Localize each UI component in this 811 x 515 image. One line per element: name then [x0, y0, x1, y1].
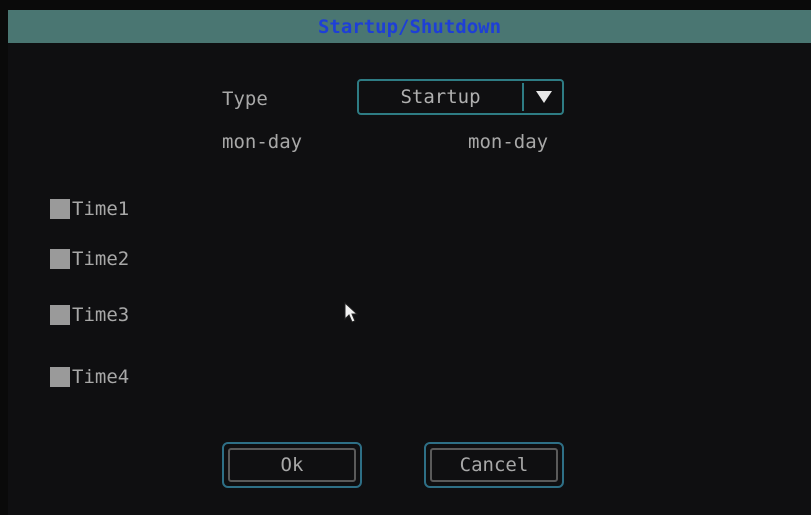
type-label: Type: [222, 88, 268, 110]
time4-row[interactable]: Time4: [50, 364, 129, 390]
time3-row[interactable]: Time3: [50, 302, 129, 328]
triangle-down-icon[interactable]: [526, 81, 562, 113]
cancel-button[interactable]: Cancel: [424, 442, 564, 488]
type-dropdown[interactable]: Startup: [357, 79, 564, 115]
end-date-label: mon-day: [468, 131, 549, 153]
time2-row[interactable]: Time2: [50, 246, 129, 272]
time1-row[interactable]: Time1: [50, 196, 129, 222]
time1-checkbox[interactable]: [50, 199, 70, 219]
time2-label: Time2: [72, 248, 130, 270]
time2-checkbox[interactable]: [50, 249, 70, 269]
dropdown-divider: [522, 83, 524, 111]
time3-label: Time3: [72, 304, 130, 326]
time3-checkbox[interactable]: [50, 305, 70, 325]
ok-button-label: Ok: [228, 448, 356, 482]
dialog-title-bar: Startup/Shutdown: [8, 10, 811, 43]
dialog-title: Startup/Shutdown: [317, 15, 502, 38]
mouse-pointer-icon: [344, 302, 359, 323]
time1-label: Time1: [72, 198, 130, 220]
start-date-label: mon-day: [222, 131, 303, 153]
time4-checkbox[interactable]: [50, 367, 70, 387]
cancel-button-label: Cancel: [430, 448, 558, 482]
startup-shutdown-dialog: Startup/Shutdown Type Startup mon-day mo…: [8, 10, 811, 515]
ok-button[interactable]: Ok: [222, 442, 362, 488]
time4-label: Time4: [72, 366, 130, 388]
type-dropdown-value: Startup: [400, 86, 481, 108]
